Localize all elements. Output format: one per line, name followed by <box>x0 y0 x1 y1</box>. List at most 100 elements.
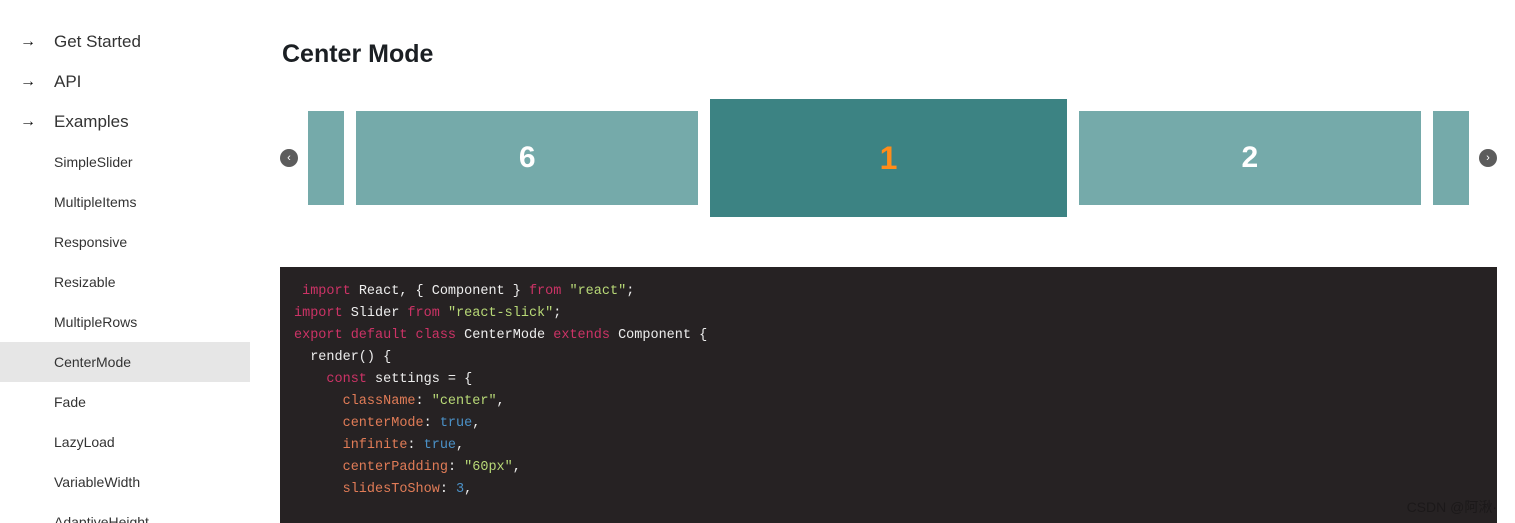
carousel-prev-button[interactable]: ‹ <box>280 149 298 167</box>
code-token: "react" <box>569 284 626 299</box>
sidebar-item-centermode[interactable]: CenterMode <box>0 342 250 382</box>
sidebar-item-adaptiveheight[interactable]: AdaptiveHeight <box>0 502 250 523</box>
code-line: className: "center", <box>294 391 1483 413</box>
sidebar-item-label: MultipleRows <box>54 314 137 330</box>
arrow-icon: → <box>20 73 36 91</box>
arrow-icon: → <box>20 113 36 131</box>
code-token <box>294 438 343 453</box>
sidebar-item-label: Fade <box>54 394 86 410</box>
code-token: "60px" <box>464 460 513 475</box>
code-token: Component <box>610 328 699 343</box>
sidebar-item-responsive[interactable]: Responsive <box>0 222 250 262</box>
code-token: render() <box>294 350 383 365</box>
sidebar-item-label: SimpleSlider <box>54 154 133 170</box>
sidebar-item-multiplerows[interactable]: MultipleRows <box>0 302 250 342</box>
code-line: const settings = { <box>294 369 1483 391</box>
code-token: true <box>440 416 472 431</box>
code-token: : <box>424 416 440 431</box>
slide-label: 2 <box>1241 141 1258 175</box>
carousel-slide-peek-left[interactable] <box>308 111 344 205</box>
code-token <box>294 372 326 387</box>
code-token: from <box>407 306 439 321</box>
code-token <box>440 306 448 321</box>
nav-label: Examples <box>54 112 129 132</box>
code-token <box>294 460 343 475</box>
code-token: centerMode <box>343 416 424 431</box>
code-token: , <box>472 416 480 431</box>
nav-top-get-started[interactable]: → Get Started <box>0 22 250 62</box>
code-token: className <box>343 394 416 409</box>
code-token: ; <box>553 306 561 321</box>
code-token: : <box>440 482 456 497</box>
code-token <box>294 394 343 409</box>
code-token: { <box>383 350 391 365</box>
code-token: true <box>424 438 456 453</box>
nav-top-api[interactable]: → API <box>0 62 250 102</box>
code-token: : <box>416 394 432 409</box>
sidebar-item-multipleitems[interactable]: MultipleItems <box>0 182 250 222</box>
carousel-slide-center[interactable]: 1 <box>710 99 1066 217</box>
page-title: Center Mode <box>282 40 1497 69</box>
sidebar-item-label: Resizable <box>54 274 115 290</box>
carousel-next-button[interactable]: › <box>1479 149 1497 167</box>
carousel-slide-right[interactable]: 2 <box>1079 111 1421 205</box>
code-token: settings = <box>367 372 464 387</box>
code-token <box>294 482 343 497</box>
nav-label: Get Started <box>54 32 141 52</box>
code-token: , <box>464 482 472 497</box>
code-token: , <box>456 438 464 453</box>
code-token: , <box>497 394 505 409</box>
code-token: import <box>294 306 343 321</box>
slide-label: 1 <box>880 140 898 177</box>
sidebar-item-label: Responsive <box>54 234 127 250</box>
code-token: 3 <box>456 482 464 497</box>
chevron-right-icon: › <box>1486 152 1490 164</box>
sidebar-item-label: AdaptiveHeight <box>54 514 149 523</box>
carousel-slide-peek-right[interactable] <box>1433 111 1469 205</box>
sidebar-item-label: VariableWidth <box>54 474 140 490</box>
code-block: import React, { Component } from "react"… <box>280 267 1497 523</box>
nav-label: API <box>54 72 81 92</box>
code-line: centerPadding: "60px", <box>294 457 1483 479</box>
code-token: from <box>529 284 561 299</box>
code-line: slidesToShow: 3, <box>294 479 1483 501</box>
code-token: { <box>464 372 472 387</box>
sidebar-item-label: MultipleItems <box>54 194 136 210</box>
code-line: export default class CenterMode extends … <box>294 325 1483 347</box>
code-token: const <box>326 372 367 387</box>
sidebar-item-variablewidth[interactable]: VariableWidth <box>0 462 250 502</box>
code-token <box>294 416 343 431</box>
code-line: import Slider from "react-slick"; <box>294 303 1483 325</box>
code-token: extends <box>553 328 610 343</box>
code-token: , <box>513 460 521 475</box>
sidebar-item-fade[interactable]: Fade <box>0 382 250 422</box>
code-token: import <box>294 284 351 299</box>
code-token: "react-slick" <box>448 306 553 321</box>
code-token: ; <box>626 284 634 299</box>
code-line: infinite: true, <box>294 435 1483 457</box>
nav-top-examples[interactable]: → Examples <box>0 102 250 142</box>
slide-label: 6 <box>519 141 536 175</box>
code-token: export default class <box>294 328 456 343</box>
carousel-slide-left[interactable]: 6 <box>356 111 698 205</box>
sidebar-item-resizable[interactable]: Resizable <box>0 262 250 302</box>
code-token: centerPadding <box>343 460 448 475</box>
code-token: : <box>448 460 464 475</box>
code-token: React, { Component } <box>351 284 529 299</box>
sidebar-sub-list: SimpleSlider MultipleItems Responsive Resiz… <box>0 142 250 523</box>
code-token: "center" <box>432 394 497 409</box>
carousel: ‹ 6 1 2 › <box>280 99 1497 217</box>
code-line: import React, { Component } from "react"… <box>294 281 1483 303</box>
sidebar-item-simpleslider[interactable]: SimpleSlider <box>0 142 250 182</box>
sidebar-item-lazyload[interactable]: LazyLoad <box>0 422 250 462</box>
carousel-track: 6 1 2 <box>302 99 1475 217</box>
chevron-left-icon: ‹ <box>287 152 291 164</box>
code-token: Slider <box>343 306 408 321</box>
code-token: slidesToShow <box>343 482 440 497</box>
sidebar-item-label: CenterMode <box>54 354 131 370</box>
code-line: centerMode: true, <box>294 413 1483 435</box>
code-line: render() { <box>294 347 1483 369</box>
code-token: infinite <box>343 438 408 453</box>
sidebar-item-label: LazyLoad <box>54 434 115 450</box>
code-token: : <box>407 438 423 453</box>
